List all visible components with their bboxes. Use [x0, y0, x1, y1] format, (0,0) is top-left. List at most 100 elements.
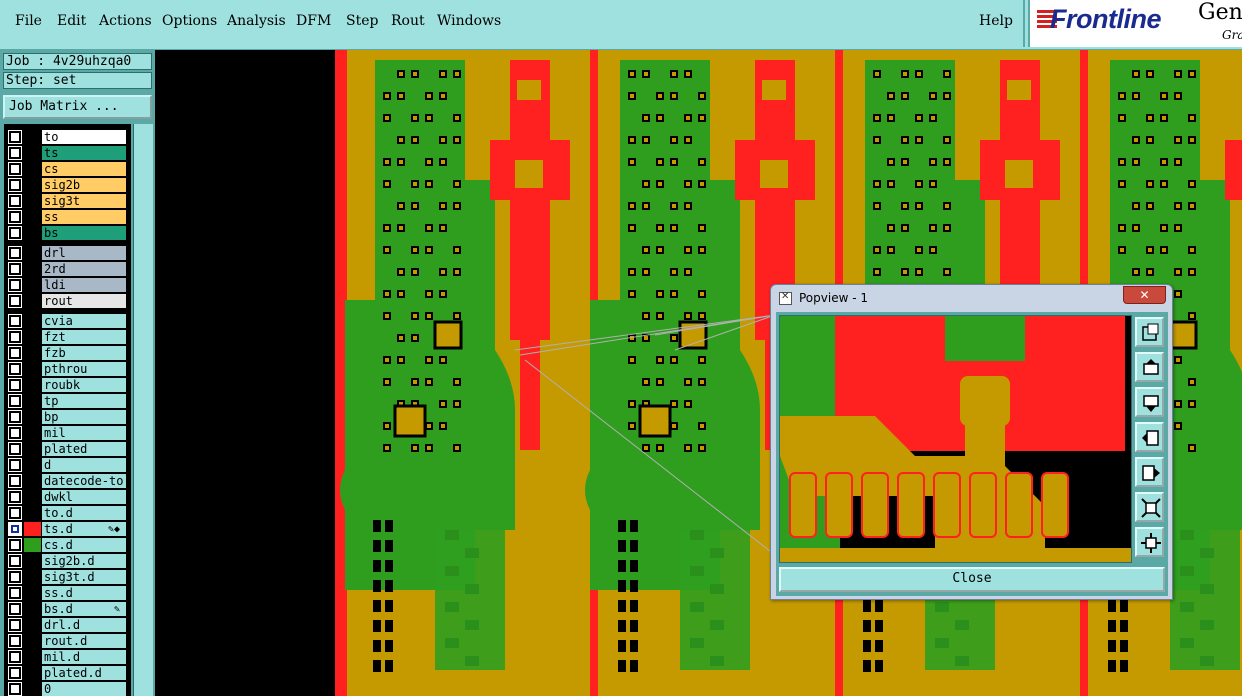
layer-name[interactable]: bs.d ✎: [42, 602, 126, 616]
layer-row[interactable]: 0: [4, 681, 131, 696]
layer-checkbox[interactable]: [8, 586, 22, 600]
layer-name[interactable]: ts.d ✎◆: [42, 522, 126, 536]
layer-name[interactable]: sig2b.d: [42, 554, 126, 568]
layer-checkbox[interactable]: [8, 314, 22, 328]
menu-step[interactable]: Step: [346, 13, 378, 29]
layer-row[interactable]: rout: [4, 293, 131, 309]
layer-checkbox[interactable]: [8, 474, 22, 488]
layer-checkbox[interactable]: [8, 442, 22, 456]
layer-checkbox[interactable]: [8, 490, 22, 504]
layer-row[interactable]: to.d: [4, 505, 131, 521]
layer-row[interactable]: sig3t.d: [4, 569, 131, 585]
layer-row[interactable]: ss: [4, 209, 131, 225]
layer-row[interactable]: sig2b.d: [4, 553, 131, 569]
layer-name[interactable]: mil.d: [42, 650, 126, 664]
layer-checkbox[interactable]: [8, 194, 22, 208]
layer-row[interactable]: drl: [4, 245, 131, 261]
layer-checkbox[interactable]: [8, 634, 22, 648]
layer-name[interactable]: to.d: [42, 506, 126, 520]
menu-help[interactable]: Help: [979, 13, 1013, 29]
layer-checkbox[interactable]: [8, 130, 22, 144]
layer-scrollbar[interactable]: [133, 124, 153, 696]
layer-name[interactable]: drl: [42, 246, 126, 260]
layer-checkbox[interactable]: [8, 330, 22, 344]
popview-titlebar[interactable]: Popview - 1 ✕: [771, 285, 1172, 312]
layer-name[interactable]: plated.d: [42, 666, 126, 680]
layer-row[interactable]: bs: [4, 225, 131, 241]
layer-row[interactable]: plated: [4, 441, 131, 457]
menu-windows[interactable]: Windows: [437, 13, 501, 29]
layer-checkbox[interactable]: [8, 226, 22, 240]
layer-name[interactable]: rout: [42, 294, 126, 308]
window-close-icon[interactable]: ✕: [1123, 286, 1166, 304]
layer-checkbox[interactable]: [8, 570, 22, 584]
zoom-fit-icon[interactable]: [1135, 317, 1164, 347]
layer-checkbox[interactable]: [8, 522, 22, 536]
layer-checkbox[interactable]: [8, 262, 22, 276]
layer-checkbox[interactable]: [8, 294, 22, 308]
layer-checkbox[interactable]: [8, 538, 22, 552]
layer-name[interactable]: bs: [42, 226, 126, 240]
layer-checkbox[interactable]: [8, 410, 22, 424]
pan-up-icon[interactable]: [1135, 352, 1164, 382]
layer-row[interactable]: ts: [4, 145, 131, 161]
layer-name[interactable]: ss.d: [42, 586, 126, 600]
menu-actions[interactable]: Actions: [99, 13, 152, 29]
layer-checkbox[interactable]: [8, 346, 22, 360]
menu-dfm[interactable]: DFM: [296, 13, 331, 29]
layer-checkbox[interactable]: [8, 506, 22, 520]
layer-row[interactable]: to: [4, 129, 131, 145]
popview-close-button[interactable]: Close: [779, 567, 1165, 592]
layer-row[interactable]: datecode-to: [4, 473, 131, 489]
layer-name[interactable]: cs: [42, 162, 126, 176]
menu-file[interactable]: File: [15, 13, 42, 29]
layer-checkbox[interactable]: [8, 602, 22, 616]
layer-name[interactable]: plated: [42, 442, 126, 456]
layer-checkbox[interactable]: [8, 378, 22, 392]
menu-rout[interactable]: Rout: [391, 13, 425, 29]
layer-checkbox[interactable]: [8, 210, 22, 224]
layer-checkbox[interactable]: [8, 650, 22, 664]
layer-name[interactable]: fzb: [42, 346, 126, 360]
layer-checkbox[interactable]: [8, 246, 22, 260]
layer-row[interactable]: cs.d: [4, 537, 131, 553]
layer-row[interactable]: ss.d: [4, 585, 131, 601]
layer-row[interactable]: mil.d: [4, 649, 131, 665]
layer-row[interactable]: pthrou: [4, 361, 131, 377]
job-matrix-button[interactable]: Job Matrix ...: [3, 95, 152, 119]
layer-checkbox[interactable]: [8, 426, 22, 440]
layer-row[interactable]: ts.d ✎◆: [4, 521, 131, 537]
menu-analysis[interactable]: Analysis: [227, 13, 286, 29]
layer-row[interactable]: ldi: [4, 277, 131, 293]
layer-name[interactable]: dwkl: [42, 490, 126, 504]
layer-color-swatch[interactable]: [24, 538, 41, 552]
popview-canvas[interactable]: [779, 315, 1132, 563]
layer-row[interactable]: d: [4, 457, 131, 473]
layer-checkbox[interactable]: [8, 458, 22, 472]
layer-name[interactable]: 2rd: [42, 262, 126, 276]
layer-row[interactable]: bp: [4, 409, 131, 425]
layer-row[interactable]: bs.d ✎: [4, 601, 131, 617]
layer-checkbox[interactable]: [8, 278, 22, 292]
layer-checkbox[interactable]: [8, 178, 22, 192]
layer-name[interactable]: pthrou: [42, 362, 126, 376]
menu-edit[interactable]: Edit: [57, 13, 86, 29]
pan-down-icon[interactable]: [1135, 387, 1164, 417]
layer-row[interactable]: rout.d: [4, 633, 131, 649]
pan-right-icon[interactable]: [1135, 457, 1164, 487]
layer-name[interactable]: roubk: [42, 378, 126, 392]
layer-row[interactable]: roubk: [4, 377, 131, 393]
layer-color-swatch[interactable]: [24, 522, 41, 536]
layer-name[interactable]: cs.d: [42, 538, 126, 552]
menu-options[interactable]: Options: [162, 13, 217, 29]
layer-name[interactable]: ldi: [42, 278, 126, 292]
layer-row[interactable]: plated.d: [4, 665, 131, 681]
layer-row[interactable]: 2rd: [4, 261, 131, 277]
layer-row[interactable]: tp: [4, 393, 131, 409]
layer-name[interactable]: 0: [42, 682, 126, 696]
layer-checkbox[interactable]: [8, 362, 22, 376]
layer-name[interactable]: drl.d: [42, 618, 126, 632]
layer-name[interactable]: d: [42, 458, 126, 472]
zoom-out-icon[interactable]: [1135, 527, 1164, 557]
layer-name[interactable]: ts: [42, 146, 126, 160]
